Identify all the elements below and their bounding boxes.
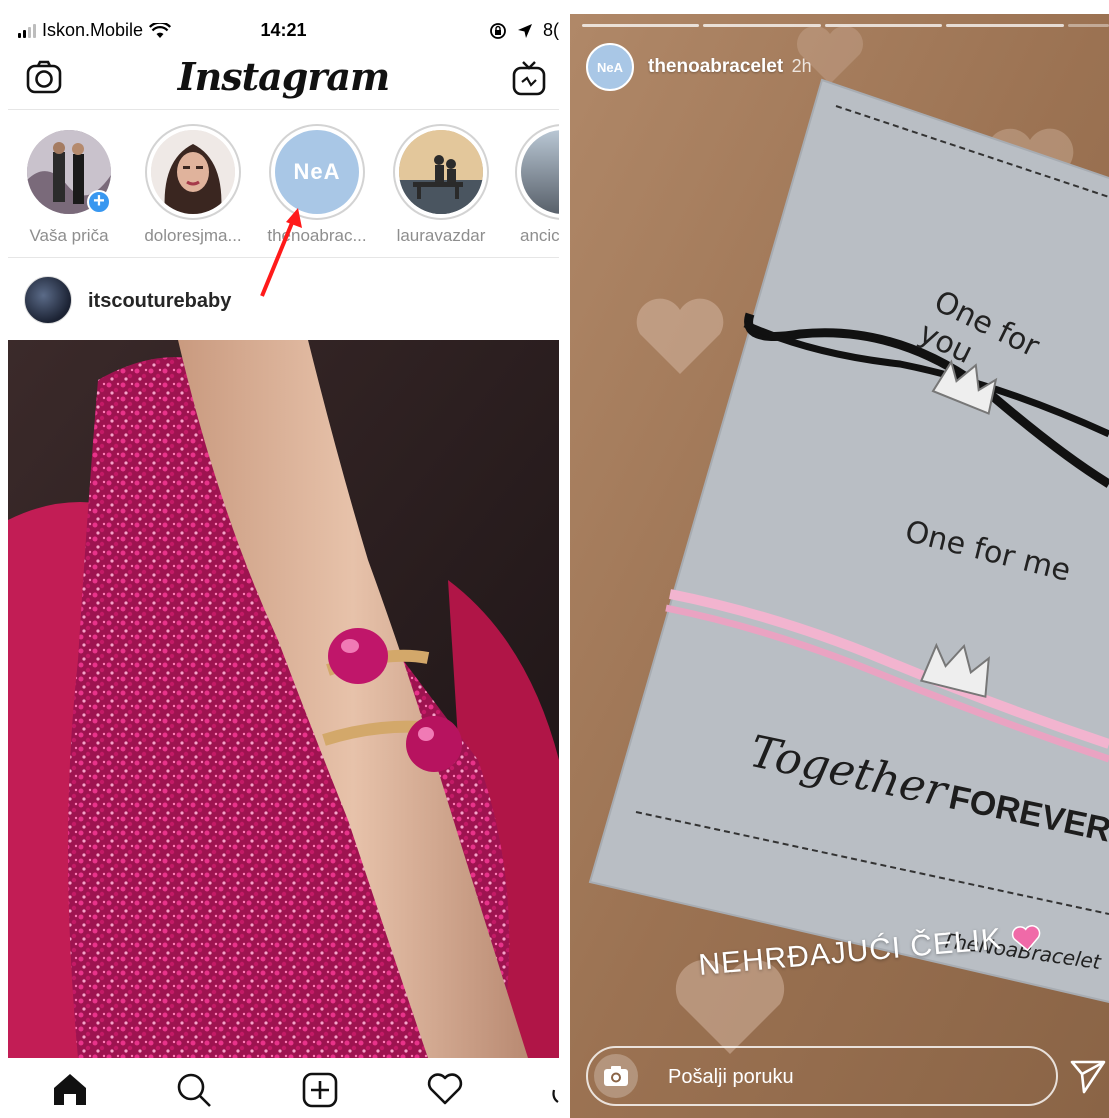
add-story-badge[interactable]: + [87,190,111,214]
story-label: doloresjma... [144,226,242,245]
story-label: lauravazdar [396,226,486,245]
reply-camera-button[interactable] [594,1054,638,1098]
post-username[interactable]: itscouturebaby [88,290,231,313]
home-icon[interactable] [52,1072,88,1106]
story-progress-bar [582,24,1109,28]
progress-segment [1067,24,1109,27]
story-ring [145,124,241,220]
story-username[interactable]: thenoabracelet [648,56,783,77]
post-image[interactable] [8,340,559,1058]
progress-segment [703,24,821,27]
status-time: 14:21 [260,20,307,40]
post-author-avatar[interactable] [24,276,72,324]
story-ring [515,124,559,220]
story-viewer-screen[interactable]: One for you One for me Together FOREVER … [570,14,1109,1118]
camera-icon [604,1066,628,1086]
story-avatar [399,130,483,214]
battery-text: 8( [542,20,559,40]
progress-segment [824,24,943,27]
story-header: NeA thenoabracelet 2h [586,42,812,92]
progress-segment [946,24,1064,27]
search-icon[interactable] [176,1072,212,1108]
add-post-icon[interactable] [302,1072,338,1108]
story-author-avatar[interactable]: NeA [586,43,634,91]
heart-icon[interactable] [426,1072,464,1106]
send-icon[interactable] [1070,1060,1106,1094]
story-ring [393,124,489,220]
story-avatar: NeA [275,130,359,214]
reply-bar[interactable]: Pošalji poruku [586,1046,1058,1106]
igtv-icon[interactable] [512,60,546,96]
story-label: ancic [520,226,559,245]
story-item-own[interactable]: + Vaša priča [14,124,124,246]
story-time: 2h [791,56,812,76]
pink-heart-icon [1011,925,1041,952]
app-header: Instagram [8,48,559,110]
status-bar: Iskon.Mobile 14:21 8( [8,14,559,46]
story-ring: + [21,124,117,220]
location-arrow-icon [517,23,532,38]
status-right: 8( [489,20,559,41]
story-item-lauravazdar[interactable]: lauravazdar [386,124,496,246]
post-header: itscouturebaby [8,262,559,338]
bottom-nav [8,1058,559,1118]
story-avatar-logo: NeA [293,159,341,184]
story-avatar [151,130,235,214]
profile-icon-partial[interactable] [548,1072,559,1106]
reply-input[interactable]: Pošalji poruku [668,1066,794,1089]
story-item-ancic[interactable]: ancic [508,124,559,246]
story-item-doloresjma[interactable]: doloresjma... [138,124,248,246]
story-label: Vaša priča [29,226,109,245]
progress-segment [582,24,700,27]
rotation-lock-icon [490,22,506,39]
instagram-feed-screen: Iskon.Mobile 14:21 8( Instagram + Vaša p… [8,0,559,1118]
story-avatar [521,130,559,214]
instagram-logo: Instagram [177,54,390,99]
